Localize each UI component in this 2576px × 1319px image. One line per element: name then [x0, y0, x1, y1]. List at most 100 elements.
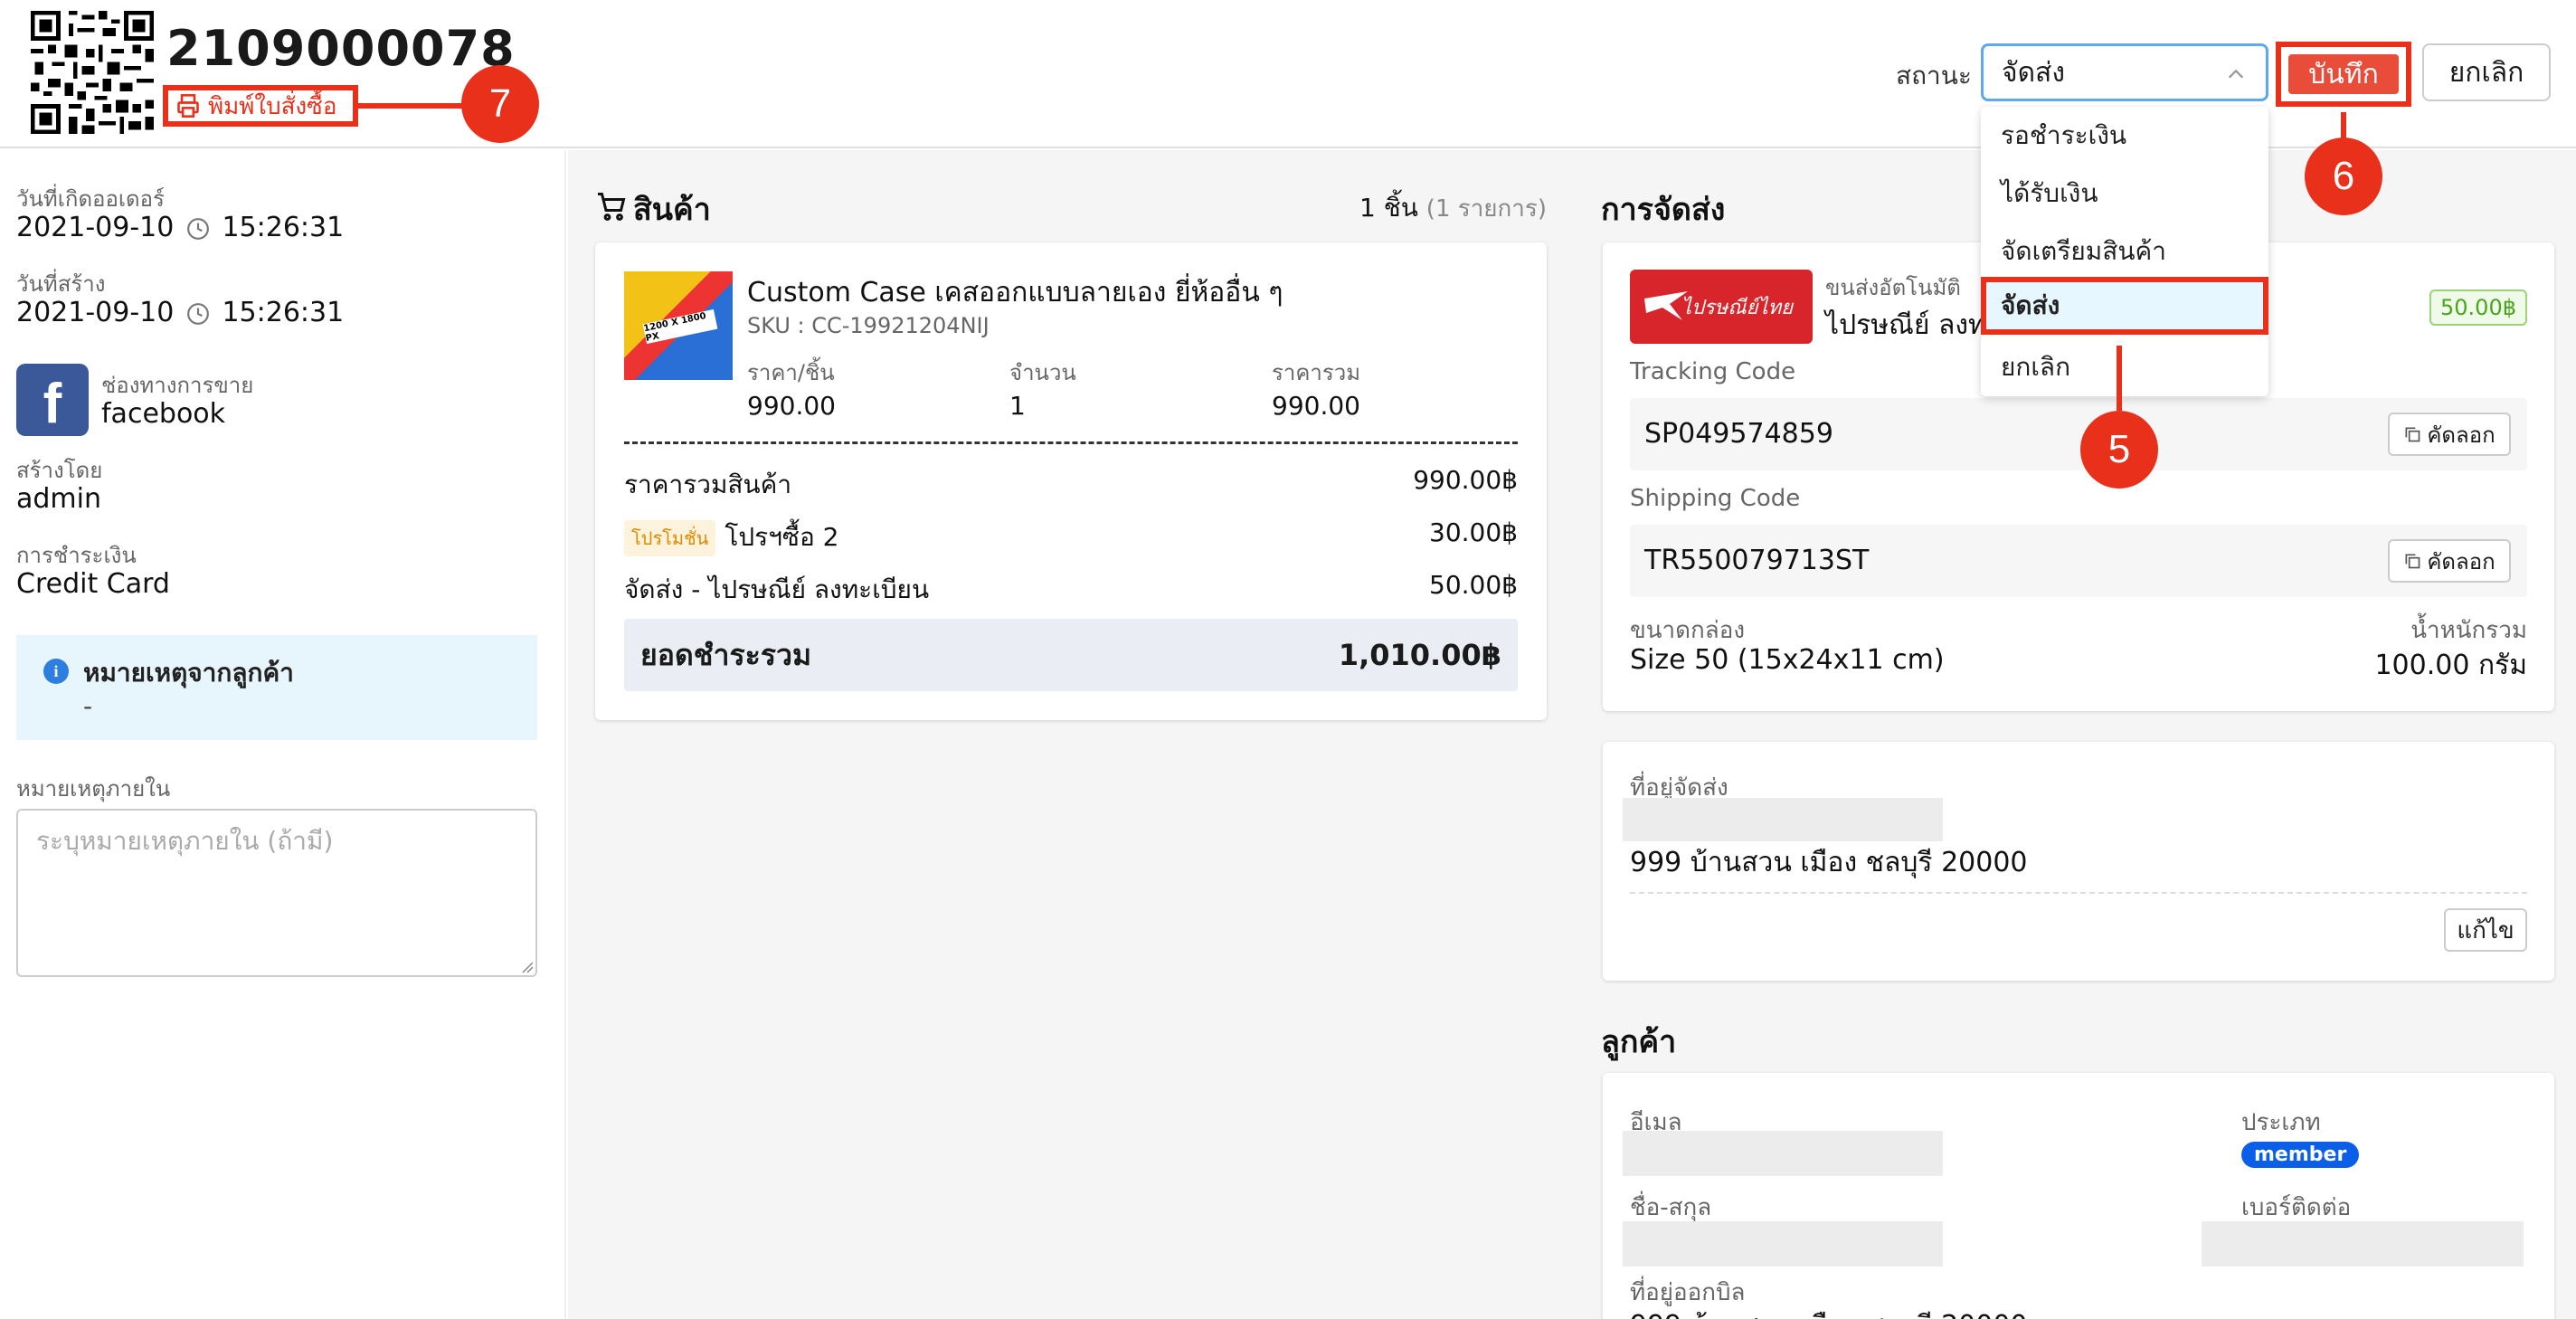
line-total-value: 990.00	[1272, 391, 1360, 421]
callout-7-line	[358, 103, 463, 109]
redacted-phone	[2202, 1221, 2524, 1267]
shipping-fee-value: 50.00฿	[1429, 570, 1518, 600]
box-size-label: ขนาดกล่อง	[1630, 617, 1746, 644]
carrier-logo-text: ไปรษณีย์ไทย	[1681, 296, 1793, 319]
shipping-address-card: ที่อยู่จัดส่ง 999 บ้านสวน เมือง ชลบุรี 2…	[1603, 742, 2554, 981]
facebook-icon: f	[16, 364, 89, 436]
status-select[interactable]: จัดส่ง	[1981, 43, 2268, 101]
weight-label: น้ำหนักรวม	[2410, 617, 2527, 644]
print-order-link[interactable]: พิมพ์ใบสั่งซื้อ	[163, 85, 358, 127]
tracking-value: SP049574859	[1644, 418, 1833, 450]
member-badge: member	[2241, 1142, 2360, 1168]
products-count: 1 ชิ้น (1 รายการ)	[1359, 188, 1547, 228]
order-date: 2021-09-10	[16, 212, 175, 243]
status-dropdown-menu: รอชำระเงิน ได้รับเงิน จัดเตรียมสินค้า จั…	[1981, 107, 2268, 396]
divider	[624, 441, 1518, 444]
chevron-up-icon	[2228, 69, 2244, 79]
name-label: ชื่อ-สกุล	[1630, 1194, 1712, 1221]
created-time: 15:26:31	[222, 297, 345, 328]
product-image: 1200 X 1800 PX	[624, 271, 733, 380]
products-title: สินค้า	[633, 192, 711, 228]
created-date: 2021-09-10	[16, 297, 175, 328]
promo-row: โปรโมชั่น โปรฯซื้อ 2 30.00฿	[624, 517, 1518, 557]
save-button[interactable]: บันทึก	[2288, 54, 2399, 94]
shipping-fee-label: จัดส่ง - ไปรษณีย์ ลงทะเบียน	[624, 574, 930, 604]
subtotal-label: ราคารวมสินค้า	[624, 470, 792, 499]
callout-6: 6	[2305, 138, 2382, 215]
internal-note-textarea[interactable]: ระบุหมายเหตุภายใน (ถ้ามี)	[16, 809, 537, 977]
copy-shipping-code-button[interactable]: คัดลอก	[2388, 539, 2511, 583]
carrier-sub: ขนส่งอัตโนมัติ	[1825, 275, 1961, 300]
address-value: 999 บ้านสวน เมือง ชลบุรี 20000	[1630, 847, 2028, 878]
status-option-preparing[interactable]: จัดเตรียมสินค้า	[1981, 223, 2268, 280]
divider	[1630, 892, 2527, 894]
created-by-value: admin	[16, 483, 101, 515]
shipping-code-value: TR550079713ST	[1644, 545, 1870, 576]
cancel-button[interactable]: ยกเลิก	[2422, 43, 2551, 101]
shipping-fee-row: จัดส่ง - ไปรษณีย์ ลงทะเบียน 50.00฿	[624, 570, 1518, 610]
info-icon: i	[43, 659, 69, 684]
redacted-name	[1623, 1221, 1943, 1267]
edit-address-button[interactable]: แก้ไข	[2444, 908, 2527, 952]
carrier-name: ไปรษณีย์ ลงท	[1825, 309, 1986, 341]
status-option-pending-payment[interactable]: รอชำระเงิน	[1981, 107, 2268, 165]
clock-icon	[186, 302, 209, 325]
created-date-value: 2021-09-10 15:26:31	[16, 297, 344, 328]
printer-icon	[177, 94, 199, 118]
product-name[interactable]: Custom Case เคสออกแบบลายเอง ยี่ห้ออื่น ๆ	[747, 271, 1283, 314]
internal-note-label: หมายเหตุภายใน	[16, 776, 171, 802]
callout-7: 7	[461, 65, 539, 143]
status-option-paid[interactable]: ได้รับเงิน	[1981, 165, 2268, 223]
order-time: 15:26:31	[222, 212, 345, 243]
copy-icon	[2405, 427, 2420, 442]
shipping-code-box: TR550079713ST คัดลอก	[1630, 525, 2527, 597]
promo-value: 30.00฿	[1429, 517, 1518, 547]
thailand-post-logo: ไปรษณีย์ไทย	[1630, 270, 1813, 344]
status-select-value: จัดส่ง	[2002, 56, 2066, 89]
subtotal-row: ราคารวมสินค้า 990.00฿	[624, 465, 1518, 505]
resize-handle-icon[interactable]	[519, 959, 534, 973]
tracking-box: SP049574859 คัดลอก	[1630, 398, 2527, 470]
tracking-label: Tracking Code	[1630, 358, 1796, 385]
shipping-code-label: Shipping Code	[1630, 485, 1801, 512]
redacted-recipient	[1623, 798, 1943, 841]
status-label: สถานะ	[1896, 61, 1972, 90]
customer-card: อีเมล ประเภท member ชื่อ-สกุล เบอร์ติดต่…	[1603, 1073, 2554, 1319]
products-count-value: 1 ชิ้น	[1359, 193, 1418, 223]
copy-icon	[2405, 554, 2420, 569]
products-count-detail: (1 รายการ)	[1425, 195, 1547, 223]
copy-shipping-code-label: คัดลอก	[2427, 548, 2496, 574]
grand-total-row: ยอดชำระรวม 1,010.00฿	[624, 619, 1518, 691]
qr-code-icon	[29, 11, 156, 134]
line-total-label: ราคารวม	[1272, 360, 1361, 385]
qty-label: จำนวน	[1009, 360, 1076, 385]
box-size-value: Size 50 (15x24x11 cm)	[1630, 644, 1945, 676]
copy-tracking-label: คัดลอก	[2427, 422, 2496, 448]
weight-value: 100.00 กรัม	[2374, 650, 2527, 681]
thailand-post-bird-icon	[1644, 291, 1688, 320]
shipping-fee-badge: 50.00฿	[2429, 289, 2527, 326]
cart-icon	[598, 193, 626, 221]
order-date-value: 2021-09-10 15:26:31	[16, 212, 344, 243]
type-label: ประเภท	[2241, 1109, 2321, 1136]
status-option-shipped[interactable]: จัดส่ง	[1981, 277, 2268, 335]
status-option-cancelled[interactable]: ยกเลิก	[1981, 338, 2268, 396]
customer-note-title: หมายเหตุจากลูกค้า	[83, 658, 294, 688]
product-sku: SKU : CC-19921204NIJ	[747, 313, 990, 338]
channel-value: facebook	[101, 398, 226, 430]
print-order-label: พิมพ์ใบสั่งซื้อ	[208, 92, 337, 120]
shipping-title: การจัดส่ง	[1601, 192, 1726, 228]
redacted-email	[1623, 1131, 1943, 1176]
customer-note-box: i หมายเหตุจากลูกค้า -	[16, 635, 537, 740]
callout-5-line	[2117, 346, 2122, 411]
promo-label: โปรฯซื้อ 2	[724, 522, 839, 552]
copy-tracking-button[interactable]: คัดลอก	[2388, 413, 2511, 456]
grand-total-label: ยอดชำระรวม	[640, 637, 812, 672]
price-label: ราคา/ชิ้น	[747, 360, 835, 385]
order-number: 2109000078	[166, 20, 516, 77]
grand-total-value: 1,010.00฿	[1338, 638, 1501, 672]
subtotal-value: 990.00฿	[1413, 465, 1518, 495]
phone-label: เบอร์ติดต่อ	[2241, 1194, 2352, 1221]
promo-badge: โปรโมชั่น	[624, 520, 716, 556]
customer-title: ลูกค้า	[1601, 1024, 1677, 1060]
